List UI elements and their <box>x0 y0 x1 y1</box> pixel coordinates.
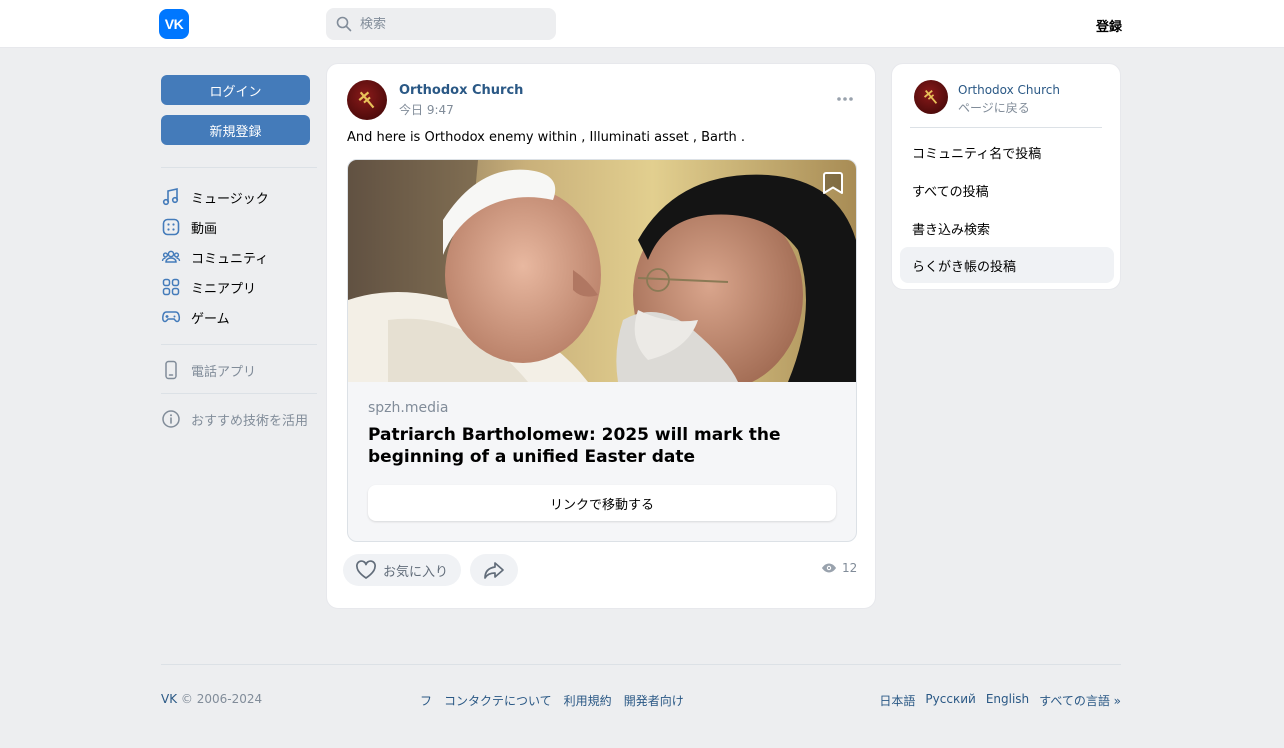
sidebar-item-label: ミニアプリ <box>191 281 257 297</box>
video-icon <box>162 218 180 236</box>
community-name-link[interactable]: Orthodox Church <box>958 83 1060 97</box>
sidebar-item-recommend[interactable]: おすすめ技術を活用 <box>161 407 308 431</box>
community-nav-card: Orthodox Church ページに戻る コミュニティ名で投稿 すべての投稿… <box>891 63 1121 290</box>
menu-item-search-posts[interactable]: 書き込み検索 <box>900 210 1114 246</box>
menu-item-community-posts[interactable]: コミュニティ名で投稿 <box>900 134 1114 170</box>
community-avatar[interactable] <box>914 80 948 114</box>
footer-divider <box>161 664 1121 665</box>
community-avatar[interactable] <box>347 80 387 120</box>
post-time[interactable]: 今日 9:47 <box>399 101 454 118</box>
back-to-page-link[interactable]: ページに戻る <box>958 99 1030 116</box>
footer-link-about[interactable]: コンタクテについて <box>444 692 552 709</box>
sidebar-divider <box>161 344 317 345</box>
sidebar-item-phone-app[interactable]: 電話アプリ <box>161 358 256 382</box>
link-attachment[interactable]: spzh.media Patriarch Bartholomew: 2025 w… <box>347 159 857 542</box>
cross-icon <box>923 89 938 104</box>
search-input[interactable] <box>360 16 540 32</box>
menu-item-wall-posts[interactable]: らくがき帳の投稿 <box>900 247 1114 283</box>
logo-text: VK <box>164 16 184 32</box>
footer-links: フ コンタクテについて 利用規約 開発者向け <box>420 692 684 709</box>
card-divider <box>910 127 1102 128</box>
footer-copyright: VK © 2006-2024 <box>161 692 262 706</box>
share-icon <box>484 562 504 579</box>
community-icon <box>161 250 181 263</box>
cross-icon <box>358 91 375 109</box>
search-icon <box>336 16 352 32</box>
footer-vk-link[interactable]: VK <box>161 692 177 706</box>
sidebar-item-video[interactable]: 動画 <box>161 215 217 239</box>
post-author[interactable]: Orthodox Church <box>399 83 523 98</box>
sidebar-item-games[interactable]: ゲーム <box>161 305 230 329</box>
sidebar-item-community[interactable]: コミュニティ <box>161 245 268 269</box>
link-title[interactable]: Patriarch Bartholomew: 2025 will mark th… <box>368 424 843 468</box>
like-label: お気に入り <box>383 564 449 580</box>
footer-years: © 2006-2024 <box>180 692 263 706</box>
register-link[interactable]: 登録 <box>1096 16 1122 35</box>
footer-link[interactable]: フ <box>420 692 432 709</box>
eye-icon <box>822 563 836 573</box>
views-count: 12 <box>842 561 858 575</box>
signup-button[interactable]: 新規登録 <box>161 115 310 145</box>
bookmark-icon[interactable] <box>821 170 845 196</box>
views-counter: 12 <box>821 561 857 575</box>
gamepad-icon <box>162 311 181 323</box>
heart-icon <box>356 560 376 579</box>
link-domain: spzh.media <box>368 400 449 416</box>
share-button[interactable] <box>470 554 518 586</box>
sidebar-item-label: ミュージック <box>191 191 269 207</box>
sidebar-item-label: 動画 <box>191 221 218 237</box>
info-icon <box>162 410 180 428</box>
sidebar-item-label: コミュニティ <box>191 251 269 267</box>
lang-russian[interactable]: Русский <box>925 692 975 709</box>
search-box[interactable] <box>326 8 556 40</box>
top-header: VK 登録 <box>0 0 1284 48</box>
post-photo[interactable] <box>348 160 856 382</box>
like-button[interactable]: お気に入り <box>343 554 461 586</box>
sidebar-divider <box>161 167 317 168</box>
login-button[interactable]: ログイン <box>161 75 310 105</box>
music-icon <box>162 188 179 206</box>
more-icon[interactable] <box>835 91 855 107</box>
phone-icon <box>165 360 177 380</box>
footer-link-developers[interactable]: 開発者向け <box>624 692 684 709</box>
open-link-button[interactable]: リンクで移動する <box>368 485 836 521</box>
lang-english[interactable]: English <box>986 692 1029 709</box>
sidebar-item-label: ゲーム <box>191 311 230 327</box>
sidebar-item-label: 電話アプリ <box>191 364 257 380</box>
menu-item-all-posts[interactable]: すべての投稿 <box>900 172 1114 208</box>
sidebar-item-miniapps[interactable]: ミニアプリ <box>161 275 256 299</box>
footer-link-terms[interactable]: 利用規約 <box>564 692 612 709</box>
language-selector: 日本語 Русский English すべての言語 » <box>879 692 1121 709</box>
sidebar-item-label: おすすめ技術を活用 <box>191 413 309 429</box>
vk-logo[interactable]: VK <box>159 9 189 39</box>
post-text: And here is Orthodox enemy within , Illu… <box>347 130 745 145</box>
post-card: Orthodox Church 今日 9:47 And here is Orth… <box>326 63 876 609</box>
sidebar-item-music[interactable]: ミュージック <box>161 185 269 209</box>
apps-grid-icon <box>162 278 180 296</box>
sidebar-divider <box>161 393 317 394</box>
lang-japanese[interactable]: 日本語 <box>879 692 915 709</box>
lang-all[interactable]: すべての言語 » <box>1039 692 1121 709</box>
